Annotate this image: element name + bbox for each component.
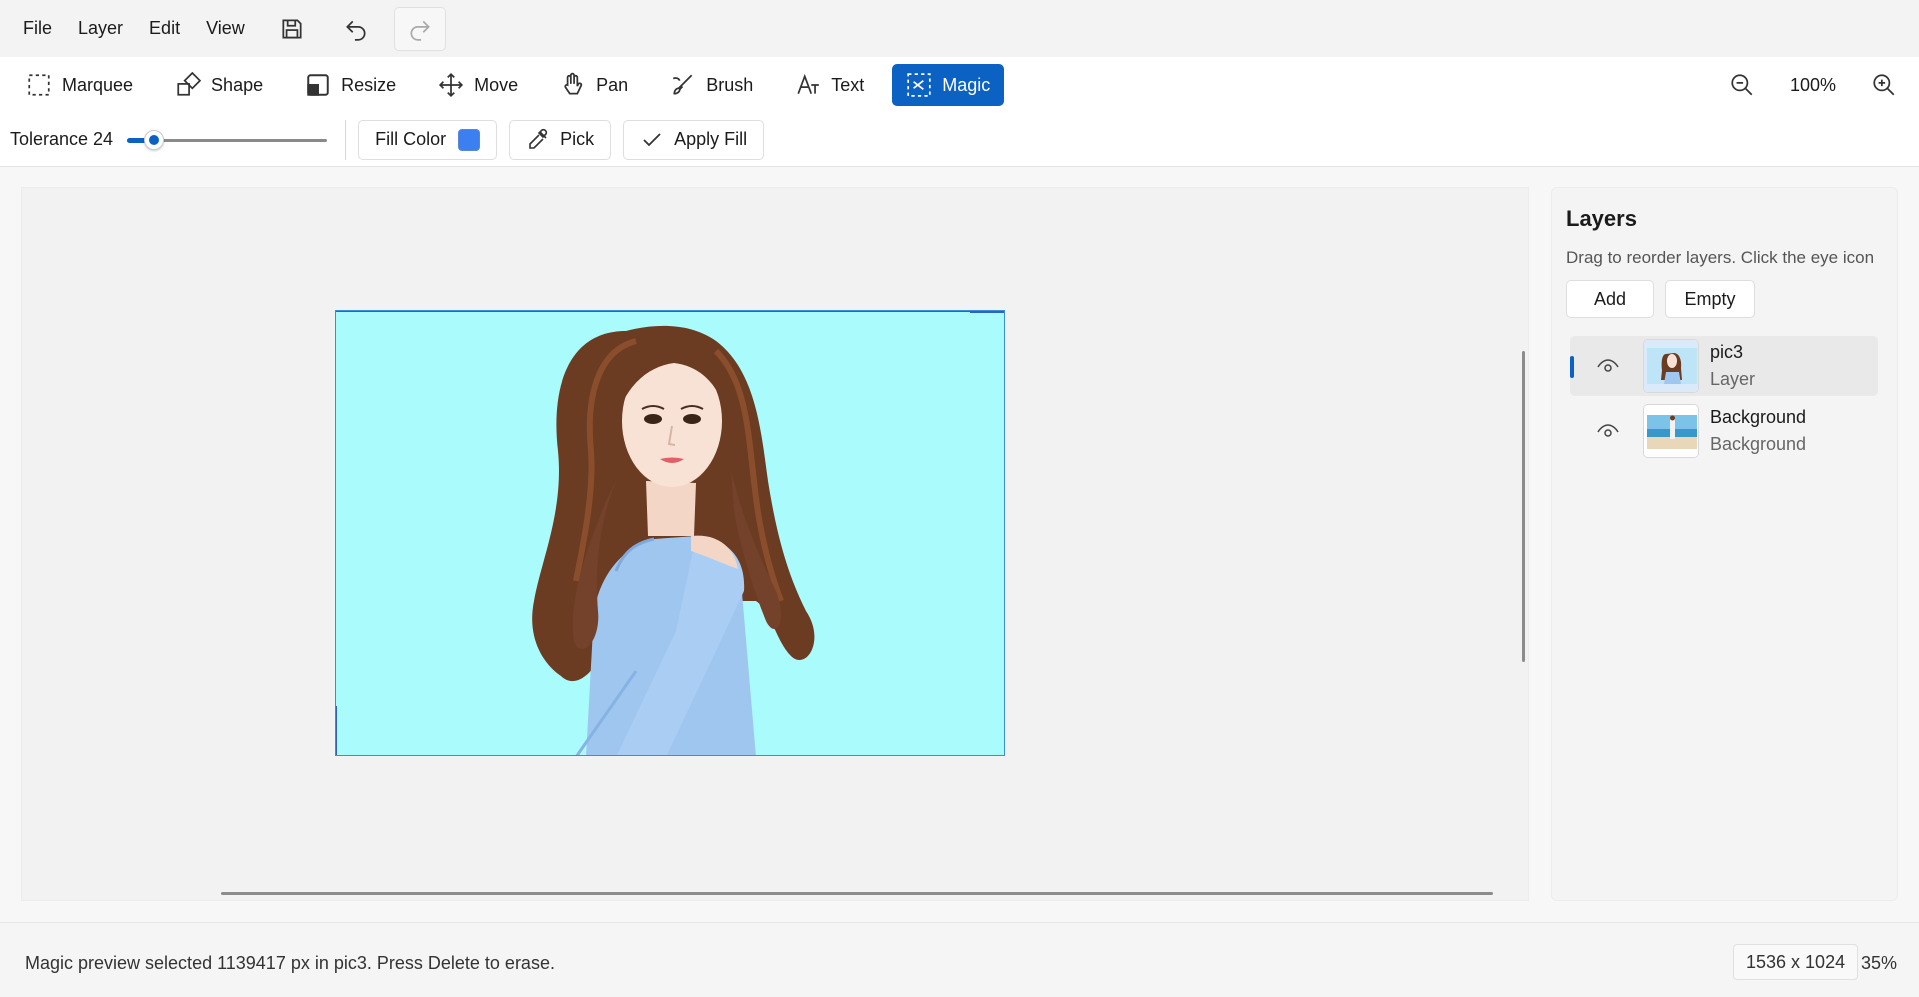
zoom-out-button[interactable] [1719, 64, 1765, 106]
layers-hint: Drag to reorder layers. Click the eye ic… [1566, 248, 1875, 267]
tool-marquee-label: Marquee [62, 74, 134, 95]
shape-icon [177, 72, 202, 96]
tool-magic-label: Magic [942, 74, 991, 95]
layer-name: Background [1710, 407, 1807, 427]
layer-thumbnail [1643, 339, 1699, 393]
zoom-in-icon [1873, 74, 1895, 96]
fill-color-swatch [458, 128, 481, 151]
tool-pan-label: Pan [596, 74, 629, 95]
workspace: Layers Drag to reorder layers. Click the… [0, 167, 1919, 922]
canvas-image[interactable] [335, 310, 1005, 756]
selection-edge-top [336, 311, 1004, 312]
tool-resize-label: Resize [341, 74, 397, 95]
status-message: Magic preview selected 1139417 px in pic… [25, 953, 555, 973]
marquee-icon [28, 74, 50, 96]
tool-magic[interactable]: Magic [892, 64, 1005, 106]
tool-text[interactable]: Text [781, 64, 878, 106]
layer-name: pic3 [1710, 342, 1744, 362]
selection-edge-left [336, 706, 337, 755]
tool-text-label: Text [831, 74, 865, 95]
menu-edit[interactable]: Edit [136, 12, 193, 45]
redo-button[interactable] [393, 6, 446, 51]
tool-brush[interactable]: Brush [656, 64, 767, 106]
empty-layer-button[interactable]: Empty [1665, 280, 1755, 318]
fill-color-button[interactable]: Fill Color [358, 119, 498, 160]
tool-resize[interactable]: Resize [291, 64, 410, 106]
zoom-controls: 100% [1719, 57, 1907, 113]
fill-color-label: Fill Color [375, 129, 447, 149]
menu-layer[interactable]: Layer [65, 12, 136, 45]
redo-icon [410, 20, 430, 41]
pick-button[interactable]: Pick [509, 119, 612, 160]
eye-icon[interactable] [1596, 354, 1620, 378]
tolerance-label: Tolerance 24 [10, 129, 114, 149]
divider [345, 119, 347, 160]
woman-portrait-illustration [532, 325, 815, 755]
menu-view[interactable]: View [193, 12, 258, 45]
menubar: File Layer Edit View [0, 0, 1919, 57]
layer-type: Layer [1710, 369, 1756, 389]
layers-title: Layers [1566, 206, 1637, 231]
status-zoom: 35% [1861, 953, 1898, 973]
magic-options-bar: Tolerance 24 Fill Color Pick Apply Fill [0, 113, 1919, 167]
text-icon [797, 73, 820, 94]
layer-row-pic3[interactable]: pic3 Layer [1570, 336, 1878, 396]
selected-layer-indicator [1570, 356, 1574, 378]
tool-shape[interactable]: Shape [161, 64, 277, 106]
save-button[interactable] [266, 7, 318, 51]
pic3-thumbnail-image [1644, 340, 1698, 392]
tool-marquee[interactable]: Marquee [12, 64, 147, 106]
toolbar: Marquee Shape Resize Move Pan Brush Text… [0, 57, 1919, 113]
eye-icon[interactable] [1596, 419, 1620, 443]
eyedropper-icon [529, 128, 548, 149]
apply-fill-button[interactable]: Apply Fill [623, 119, 765, 160]
undo-icon [345, 20, 366, 41]
horizontal-scrollbar[interactable] [221, 892, 1493, 895]
resize-icon [307, 74, 329, 96]
add-layer-button[interactable]: Add [1566, 280, 1654, 318]
status-bar: Magic preview selected 1139417 px in pic… [0, 922, 1919, 997]
layer-row-background[interactable]: Background Background [1570, 401, 1878, 461]
tolerance-slider[interactable] [127, 128, 328, 152]
zoom-out-icon [1731, 74, 1753, 96]
tool-pan[interactable]: Pan [546, 64, 642, 106]
layer-type: Background [1710, 434, 1807, 454]
pick-label: Pick [560, 129, 595, 149]
canvas-viewport[interactable] [21, 187, 1529, 901]
layer-thumbnail [1643, 404, 1699, 458]
vertical-scrollbar[interactable] [1522, 351, 1525, 662]
tool-move-label: Move [474, 74, 519, 95]
zoom-level: 100% [1789, 74, 1837, 95]
zoom-in-button[interactable] [1861, 64, 1907, 106]
pan-hand-icon [564, 72, 583, 95]
selection-edge-corner [970, 311, 1004, 313]
magic-scissors-icon [907, 73, 931, 97]
tool-move[interactable]: Move [424, 64, 532, 106]
background-thumbnail-image [1644, 405, 1698, 457]
apply-fill-label: Apply Fill [674, 129, 748, 149]
undo-button[interactable] [330, 7, 382, 51]
canvas-dimensions: 1536 x 1024 [1733, 944, 1859, 980]
checkmark-icon [643, 132, 661, 146]
tool-shape-label: Shape [211, 74, 264, 95]
tool-brush-label: Brush [706, 74, 754, 95]
save-icon [282, 18, 302, 39]
tolerance-slider-thumb[interactable] [144, 129, 165, 150]
layers-panel: Layers Drag to reorder layers. Click the… [1551, 187, 1898, 901]
brush-icon [673, 74, 693, 95]
move-icon [439, 72, 464, 98]
menu-file[interactable]: File [10, 12, 65, 45]
